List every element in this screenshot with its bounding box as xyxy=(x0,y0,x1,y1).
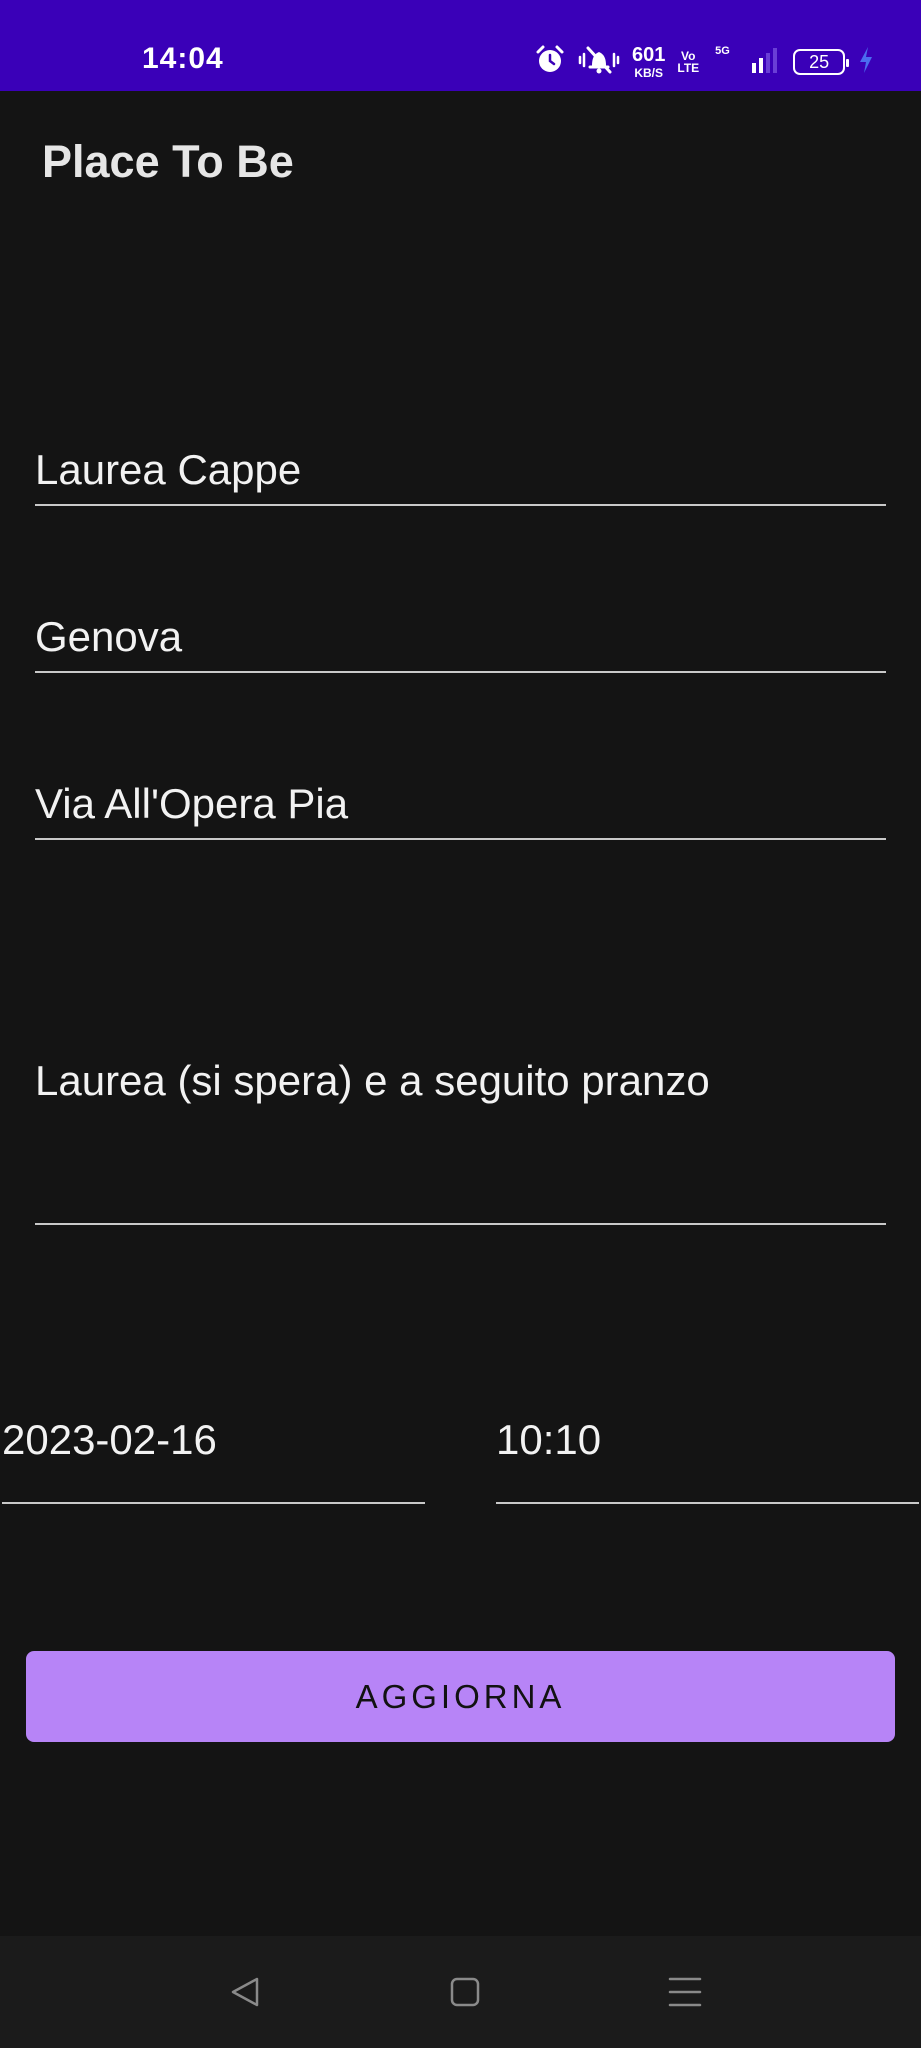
network-type: 5G xyxy=(711,45,739,79)
menu-icon[interactable] xyxy=(655,1962,715,2022)
date-field[interactable]: 2023-02-16 xyxy=(2,1398,425,1504)
navigation-bar xyxy=(0,1936,921,2048)
battery-icon: 25 xyxy=(793,49,850,75)
name-field[interactable]: Laurea Cappe xyxy=(35,428,886,506)
time-field[interactable]: 10:10 xyxy=(496,1398,919,1504)
battery-level: 25 xyxy=(809,51,830,72)
description-value: Laurea (si spera) e a seguito pranzo xyxy=(35,1057,710,1104)
mute-icon xyxy=(578,44,620,81)
screen: 14:04 601 KB/S Vo LTE 5G 25 Place To Be … xyxy=(0,0,921,2048)
description-field[interactable]: Laurea (si spera) e a seguito pranzo xyxy=(35,1025,886,1225)
status-time: 14:04 xyxy=(142,42,224,75)
network-type-label: 5G xyxy=(715,45,730,57)
city-field[interactable]: Genova xyxy=(35,595,886,673)
network-speed-value: 601 xyxy=(632,44,666,66)
address-field[interactable]: Via All'Opera Pia xyxy=(35,762,886,840)
name-value: Laurea Cappe xyxy=(35,446,302,493)
address-value: Via All'Opera Pia xyxy=(35,780,349,827)
network-speed: 601 KB/S xyxy=(632,45,665,79)
app-title: Place To Be xyxy=(42,136,294,187)
alarm-icon xyxy=(534,44,566,81)
update-button[interactable]: AGGIORNA xyxy=(26,1651,895,1742)
date-value: 2023-02-16 xyxy=(2,1416,217,1463)
city-value: Genova xyxy=(35,613,183,660)
status-bar: 14:04 601 KB/S Vo LTE 5G 25 xyxy=(0,0,921,91)
update-button-label: AGGIORNA xyxy=(355,1677,566,1715)
volte-indicator: Vo LTE xyxy=(677,50,699,74)
volte-bottom: LTE xyxy=(677,61,700,75)
home-icon[interactable] xyxy=(435,1962,495,2022)
network-speed-unit: KB/S xyxy=(634,66,664,80)
status-icons: 601 KB/S Vo LTE 5G 25 xyxy=(534,44,875,80)
time-value: 10:10 xyxy=(496,1416,602,1463)
signal-icon xyxy=(751,45,781,80)
charging-icon xyxy=(857,45,875,80)
back-icon[interactable] xyxy=(215,1962,275,2022)
